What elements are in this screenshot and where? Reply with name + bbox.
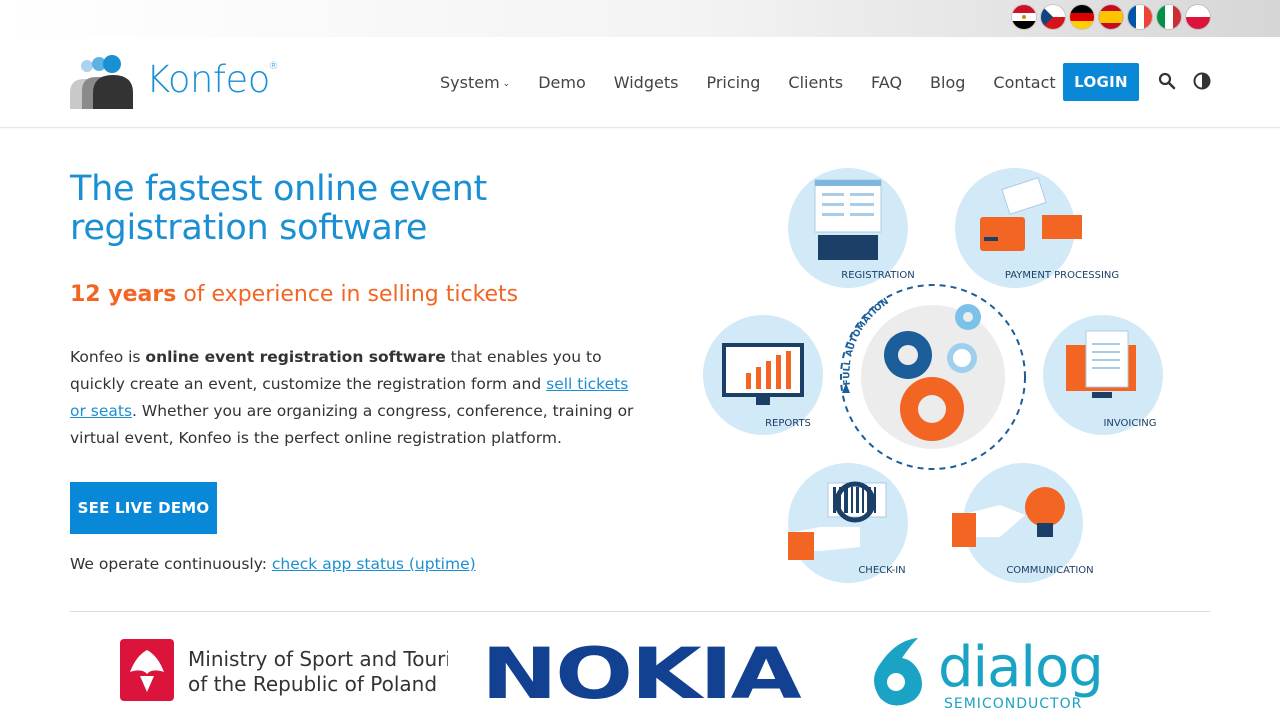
spain-flag-icon[interactable] xyxy=(1099,5,1123,29)
hero-title: The fastest online event registration so… xyxy=(70,169,487,248)
nav-system[interactable]: System ⌄ xyxy=(440,73,510,92)
dialog-wordmark: dialog xyxy=(938,635,1103,700)
czech-flag-icon[interactable] xyxy=(1041,5,1065,29)
registration-item: REGISTRATION xyxy=(788,168,915,288)
language-flags xyxy=(1012,5,1210,29)
italy-flag-icon[interactable] xyxy=(1157,5,1181,29)
poland-flag-icon[interactable] xyxy=(1186,5,1210,29)
germany-flag-icon[interactable] xyxy=(1070,5,1094,29)
automation-diagram: FULL AUTOMATION REGISTRATION PAYMENT PRO… xyxy=(703,168,1163,583)
konfeo-logo[interactable]: Konfeo ® xyxy=(70,53,278,109)
see-live-demo-button[interactable]: SEE LIVE DEMO xyxy=(70,482,217,534)
uptime-text: We operate continuously: xyxy=(70,555,272,573)
payment-processing-item: PAYMENT PROCESSING xyxy=(955,168,1119,288)
experience-subtitle: 12 years of experience in selling ticket… xyxy=(70,282,518,307)
uptime-line: We operate continuously: check app statu… xyxy=(70,555,476,573)
uptime-status-link[interactable]: check app status (uptime) xyxy=(272,555,476,573)
nokia-wordmark: NOKIA xyxy=(481,633,801,712)
brand-name: Konfeo xyxy=(146,57,270,101)
konfeo-people-icon xyxy=(70,55,133,109)
communication-item: COMMUNICATION xyxy=(952,463,1094,583)
site-header: Konfeo ® System ⌄ Demo Widgets Pricing Cli… xyxy=(0,37,1280,128)
logo-wordmark: Konfeo ® xyxy=(146,57,278,101)
main-nav: System ⌄ Demo Widgets Pricing Clients FAQ… xyxy=(440,37,1084,128)
search-icon[interactable] xyxy=(1158,72,1176,90)
nav-pricing[interactable]: Pricing xyxy=(706,73,760,92)
nav-system-label: System xyxy=(440,73,500,92)
nav-faq[interactable]: FAQ xyxy=(871,73,902,92)
nav-contact[interactable]: Contact xyxy=(993,73,1055,92)
payment-label: PAYMENT PROCESSING xyxy=(1005,270,1119,281)
nav-blog[interactable]: Blog xyxy=(930,73,965,92)
ministry-line-1: Ministry of Sport and Tourism xyxy=(188,647,448,671)
communication-label: COMMUNICATION xyxy=(1006,565,1093,576)
egypt-flag-icon[interactable] xyxy=(1012,5,1036,29)
check-in-label: CHECK-IN xyxy=(858,565,905,576)
years-highlight: 12 years xyxy=(70,282,177,307)
chevron-down-icon: ⌄ xyxy=(502,79,511,89)
desc-part-1: Konfeo is xyxy=(70,348,146,366)
section-divider xyxy=(70,611,1210,612)
dialog-semiconductor-logo: dialog SEMICONDUCTOR xyxy=(874,635,1104,712)
dialog-swoosh-icon xyxy=(874,638,922,706)
desc-part-3: . Whether you are organizing a congress,… xyxy=(70,402,634,447)
semiconductor-wordmark: SEMICONDUCTOR xyxy=(944,696,1082,712)
nokia-logo: NOKIA xyxy=(481,633,802,712)
login-button[interactable]: LOGIN xyxy=(1063,63,1139,101)
reports-item: REPORTS xyxy=(703,315,823,435)
france-flag-icon[interactable] xyxy=(1128,5,1152,29)
check-in-item: CHECK-IN xyxy=(788,463,908,583)
subtitle-rest: of experience in selling tickets xyxy=(176,282,519,307)
nav-clients[interactable]: Clients xyxy=(788,73,843,92)
language-bar xyxy=(0,0,1280,37)
invoicing-item: INVOICING xyxy=(1043,315,1163,435)
reports-label: REPORTS xyxy=(765,418,811,429)
desc-bold: online event registration software xyxy=(145,348,446,366)
registered-mark: ® xyxy=(268,60,278,72)
nav-demo[interactable]: Demo xyxy=(538,73,586,92)
ministry-line-2: of the Republic of Poland xyxy=(188,672,437,696)
nav-widgets[interactable]: Widgets xyxy=(614,73,679,92)
ministry-logo: Ministry of Sport and Tourism of the Rep… xyxy=(120,639,448,701)
invoicing-label: INVOICING xyxy=(1103,418,1156,429)
registration-label: REGISTRATION xyxy=(841,270,914,281)
hero-description: Konfeo is online event registration soft… xyxy=(70,344,640,452)
contrast-toggle-icon[interactable] xyxy=(1193,72,1211,90)
